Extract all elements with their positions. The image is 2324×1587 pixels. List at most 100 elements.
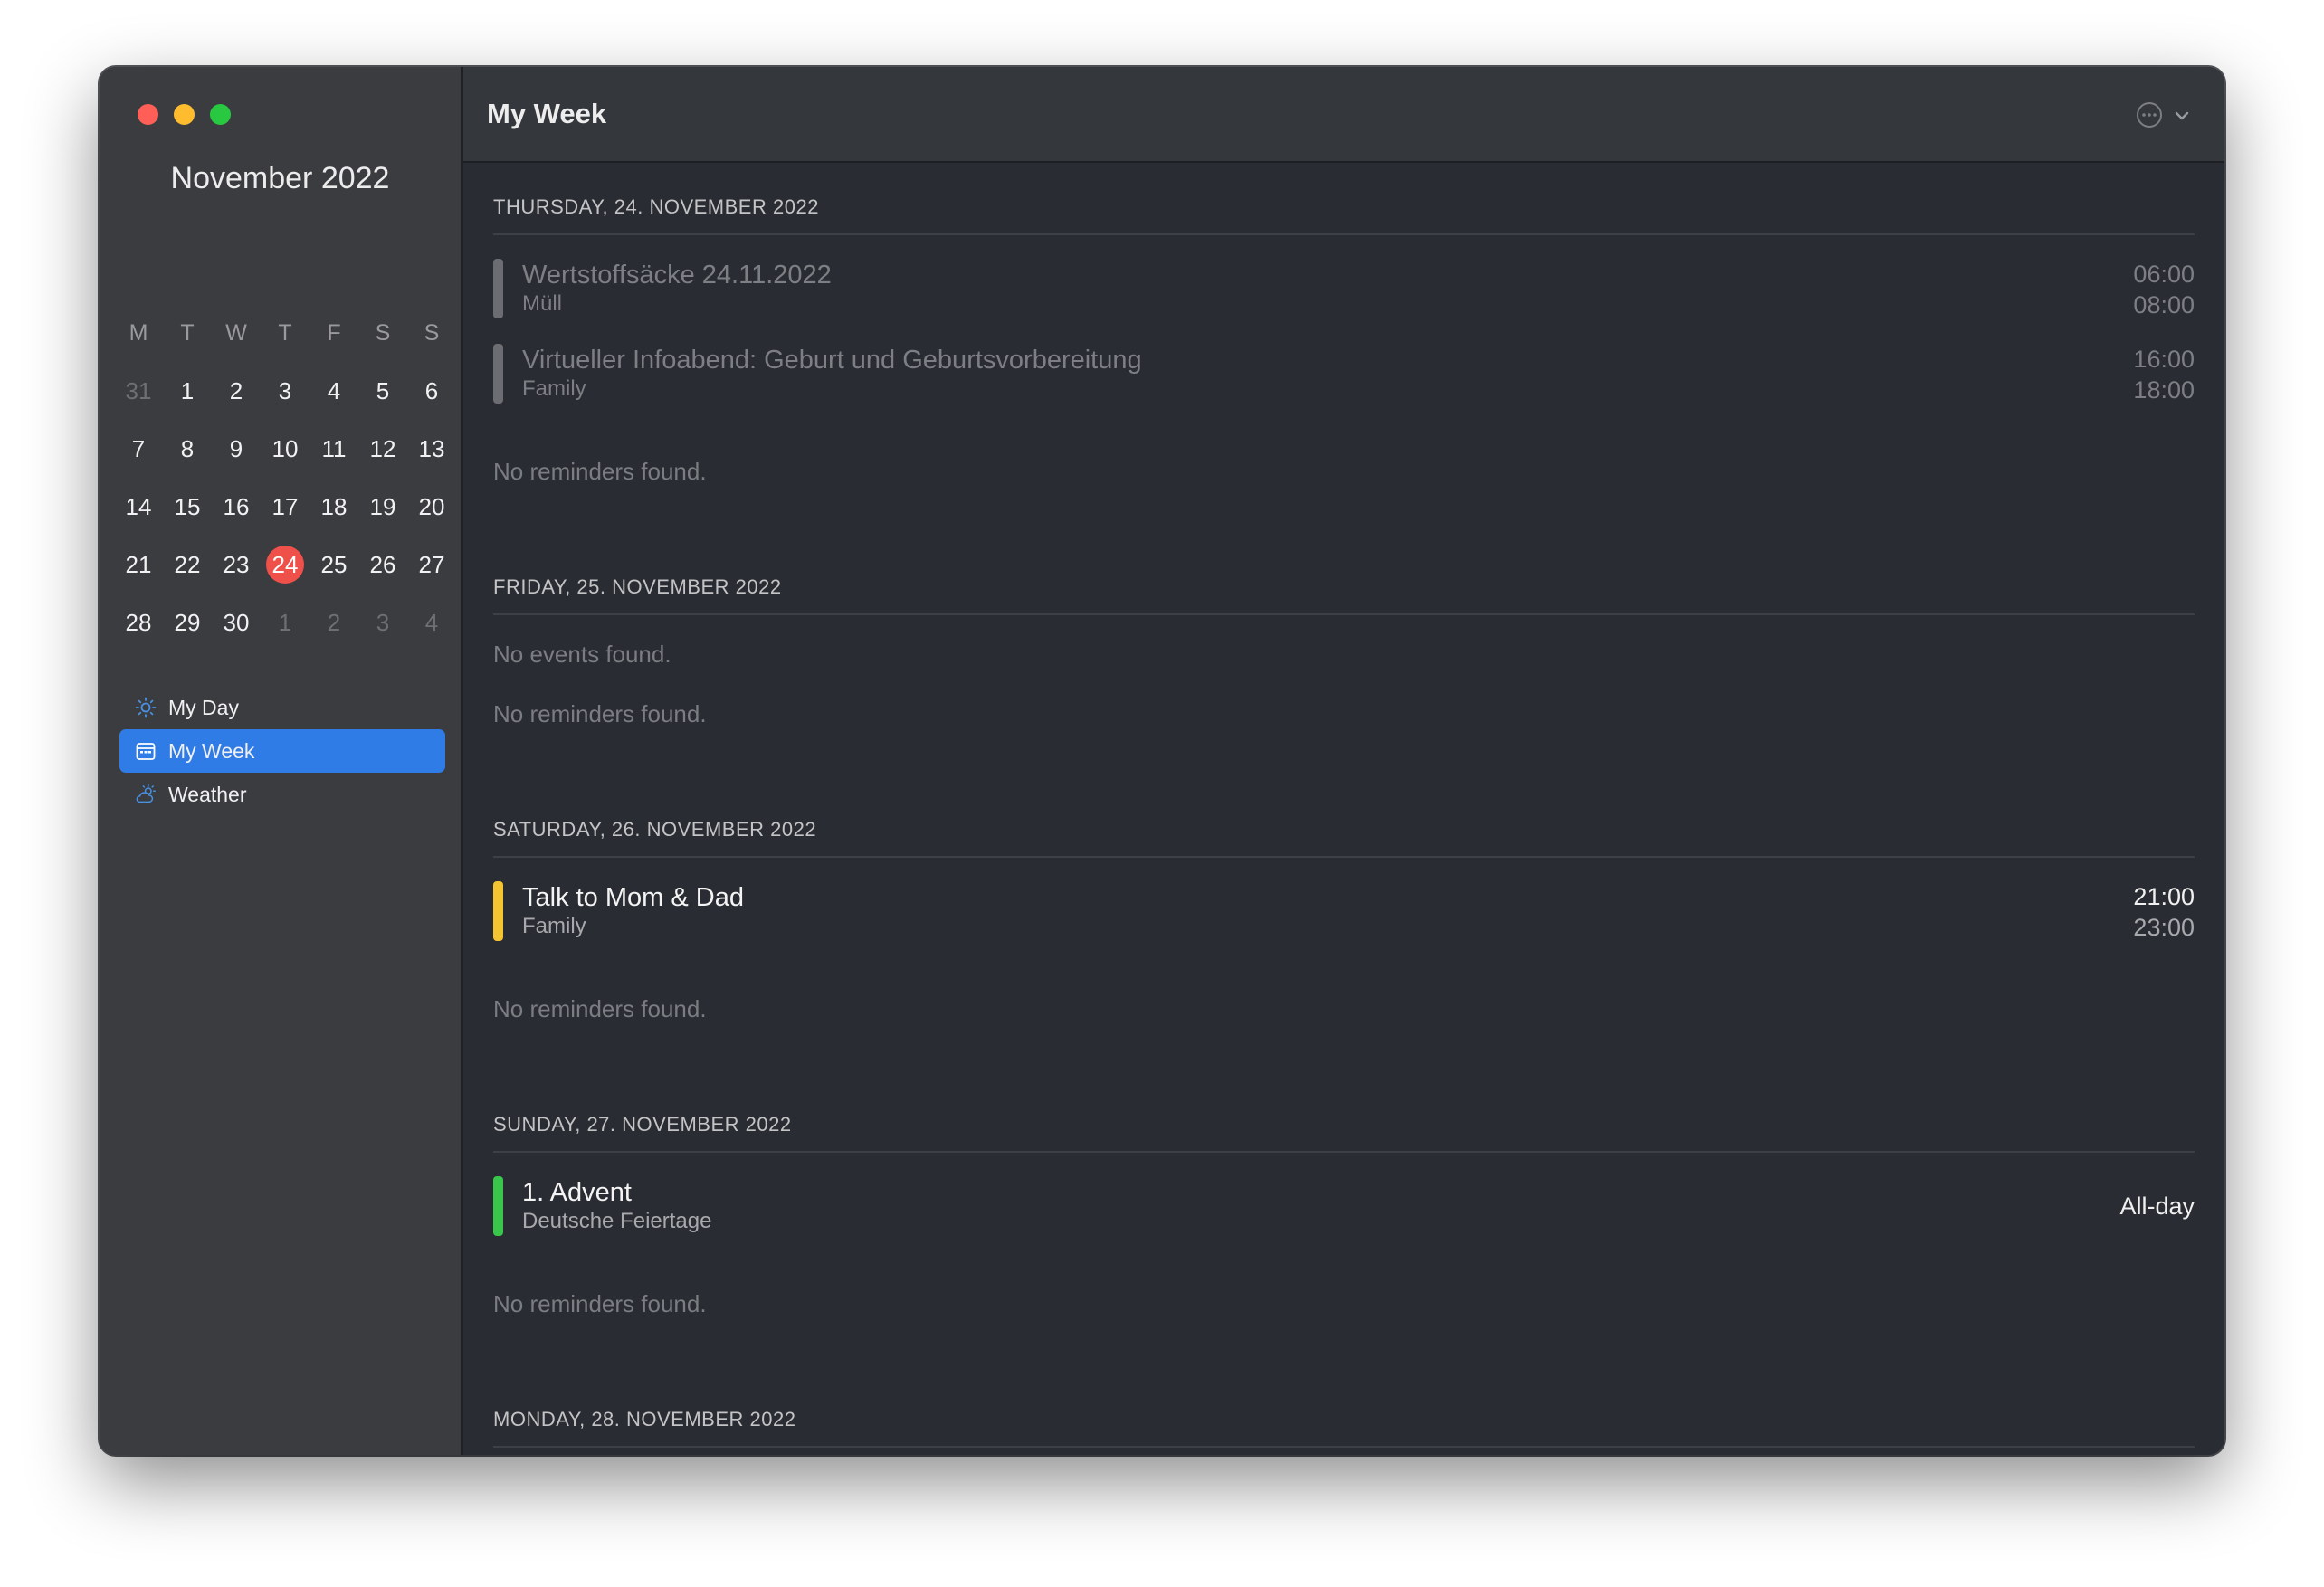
calendar-day[interactable]: 17 xyxy=(261,478,310,536)
calendar-day[interactable]: 2 xyxy=(212,362,261,420)
calendar-day[interactable]: 8 xyxy=(163,420,212,478)
calendar-day[interactable]: 30 xyxy=(212,594,261,651)
header-actions xyxy=(2136,101,2190,133)
calendar-day-label: 26 xyxy=(369,550,396,578)
calendar-day-label: 19 xyxy=(369,492,396,520)
app-window: November 2022 M T W T F S S 31 1 2 3 4 5 6 7 8 9 10 11 12 13… xyxy=(100,67,2224,1455)
no-reminders-text: No reminders found. xyxy=(493,458,707,485)
calendar-day[interactable]: 29 xyxy=(163,594,212,651)
event-title: 1. Advent xyxy=(522,1178,632,1207)
calendar-day-label: 4 xyxy=(327,376,341,404)
event-row[interactable]: Talk to Mom & Dad Family 21:00 23:00 xyxy=(493,867,2195,952)
calendar-day-label: 3 xyxy=(376,608,390,636)
calendar-day-label: 25 xyxy=(320,550,348,578)
sidebar-item-my-week[interactable]: My Week xyxy=(119,729,445,773)
calendar-day-label: 6 xyxy=(424,376,439,404)
sidebar-item-label: My Week xyxy=(168,738,255,763)
weekday-header: T xyxy=(278,320,292,346)
calendar-day[interactable]: 18 xyxy=(310,478,358,536)
calendar-day-label: 10 xyxy=(271,434,299,462)
sidebar: November 2022 M T W T F S S 31 1 2 3 4 5 6 7 8 9 10 11 12 13… xyxy=(100,67,463,1455)
month-title: November 2022 xyxy=(170,161,390,195)
sidebar-nav: My Day My Week Weather xyxy=(119,686,445,816)
calendar-day[interactable]: 16 xyxy=(212,478,261,536)
calendar-day-label: 7 xyxy=(131,434,146,462)
event-end-time: 23:00 xyxy=(2133,914,2195,941)
calendar-day[interactable]: 2 xyxy=(310,594,358,651)
calendar-day-label: 13 xyxy=(418,434,445,462)
mini-calendar: M T W T F S S 31 1 2 3 4 5 6 7 8 9 10 11 12 13 14 15 16 17 18 19 20… xyxy=(114,304,456,651)
calendar-day[interactable]: 28 xyxy=(114,594,163,651)
calendar-day[interactable]: 6 xyxy=(407,362,456,420)
calendar-day[interactable]: 5 xyxy=(358,362,407,420)
event-row[interactable]: Virtueller Infoabend: Geburt und Geburts… xyxy=(493,329,2195,414)
calendar-day[interactable]: 23 xyxy=(212,536,261,594)
calendar-day[interactable]: 11 xyxy=(310,420,358,478)
zoom-window-button[interactable] xyxy=(210,104,231,125)
calendar-day[interactable]: 25 xyxy=(310,536,358,594)
calendar-day[interactable]: 1 xyxy=(261,594,310,651)
calendar-day[interactable]: 20 xyxy=(407,478,456,536)
calendar-day-label: 28 xyxy=(125,608,152,636)
calendar-day[interactable]: 13 xyxy=(407,420,456,478)
calendar-day[interactable]: 4 xyxy=(407,594,456,651)
calendar-day[interactable]: 14 xyxy=(114,478,163,536)
calendar-day[interactable]: 27 xyxy=(407,536,456,594)
close-window-button[interactable] xyxy=(138,104,158,125)
calendar-color-bar xyxy=(493,881,503,941)
event-calendar: Müll xyxy=(522,291,563,316)
calendar-day-label: 1 xyxy=(278,608,292,636)
calendar-day[interactable]: 3 xyxy=(358,594,407,651)
calendar-day[interactable]: 9 xyxy=(212,420,261,478)
event-end-time: 08:00 xyxy=(2133,291,2195,318)
calendar-day[interactable]: 31 xyxy=(114,362,163,420)
calendar-day[interactable]: 1 xyxy=(163,362,212,420)
sun-icon xyxy=(134,696,157,719)
calendar-day-label: 17 xyxy=(271,492,299,520)
sidebar-item-my-day[interactable]: My Day xyxy=(119,686,445,729)
calendar-day[interactable]: 12 xyxy=(358,420,407,478)
calendar-day[interactable]: 26 xyxy=(358,536,407,594)
calendar-day[interactable]: 19 xyxy=(358,478,407,536)
sidebar-item-weather[interactable]: Weather xyxy=(119,773,445,816)
main-pane: My Week THURSDAY, 24. NOVEMBER 2022 Wert… xyxy=(463,67,2224,1455)
calendar-day-label: 2 xyxy=(327,608,341,636)
weekday-header: W xyxy=(225,320,247,346)
event-calendar: Family xyxy=(522,376,586,401)
calendar-day[interactable]: 15 xyxy=(163,478,212,536)
no-reminders-text: No reminders found. xyxy=(493,700,707,727)
calendar-color-bar xyxy=(493,1176,503,1236)
calendar-day-label: 12 xyxy=(369,434,396,462)
calendar-day-today[interactable]: 24 xyxy=(261,536,310,594)
calendar-day-label: 22 xyxy=(174,550,201,578)
event-calendar: Deutsche Feiertage xyxy=(522,1209,712,1233)
calendar-day-label: 29 xyxy=(174,608,201,636)
event-title: Virtueller Infoabend: Geburt und Geburts… xyxy=(522,346,1142,375)
no-events-text: No events found. xyxy=(493,641,671,668)
event-start-time: 21:00 xyxy=(2133,883,2195,910)
chevron-down-icon[interactable] xyxy=(2174,109,2190,126)
calendar-day[interactable]: 4 xyxy=(310,362,358,420)
calendar-color-bar xyxy=(493,344,503,404)
calendar-day[interactable]: 3 xyxy=(261,362,310,420)
calendar-day[interactable]: 10 xyxy=(261,420,310,478)
calendar-day-label: 16 xyxy=(223,492,250,520)
calendar-day-label: 18 xyxy=(320,492,348,520)
weekday-header: M xyxy=(129,320,148,346)
minimize-window-button[interactable] xyxy=(174,104,195,125)
calendar-day-label: 30 xyxy=(223,608,250,636)
week-agenda: THURSDAY, 24. NOVEMBER 2022 Wertstoffsäck… xyxy=(493,165,2195,1455)
calendar-day-label: 23 xyxy=(223,550,250,578)
calendar-day-label: 24 xyxy=(266,546,304,584)
ellipsis-circle-icon[interactable] xyxy=(2136,101,2163,133)
sidebar-item-label: Weather xyxy=(168,782,247,806)
event-row[interactable]: 1. Advent Deutsche Feiertage All-day xyxy=(493,1162,2195,1247)
event-row[interactable]: Wertstoffsäcke 24.11.2022 Müll 06:00 08:00 xyxy=(493,244,2195,329)
event-all-day: All-day xyxy=(2119,1193,2195,1220)
calendar-day-label: 21 xyxy=(125,550,152,578)
calendar-day[interactable]: 21 xyxy=(114,536,163,594)
calendar-day[interactable]: 22 xyxy=(163,536,212,594)
calendar-day-label: 8 xyxy=(180,434,195,462)
calendar-day[interactable]: 7 xyxy=(114,420,163,478)
day-section: SATURDAY, 26. NOVEMBER 2022 Talk to Mom &… xyxy=(493,818,2195,1113)
